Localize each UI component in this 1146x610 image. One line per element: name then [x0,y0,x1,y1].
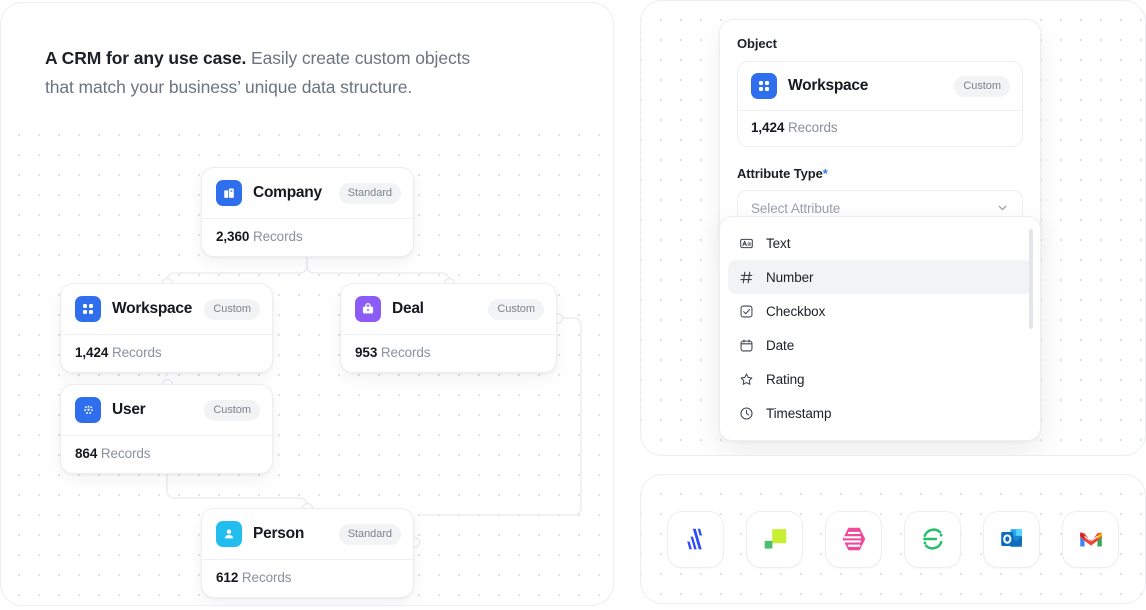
menu-item-text[interactable]: Text [728,226,1032,260]
record-count: 1,424 [751,120,785,135]
object-card-workspace[interactable]: Workspace Custom 1,424 Records [60,283,273,373]
object-card-header: User Custom [61,385,272,435]
scribe-logo [922,528,942,550]
menu-item-timestamp[interactable]: Timestamp [728,396,1032,430]
object-name: Person [253,525,305,542]
object-name: Workspace [112,300,193,317]
screenshot-root: A CRM for any use case. Easily create cu… [0,0,1146,610]
object-name: Company [253,184,322,201]
calendar-icon [738,337,754,353]
object-field-label: Object [737,36,777,51]
record-unit: Records [241,570,292,585]
menu-item-checkbox[interactable]: Checkbox [728,294,1032,328]
menu-item-label: Number [766,269,814,285]
integration-scribe-logo[interactable] [904,510,961,568]
selected-object-card[interactable]: Workspace Custom 1,424 Records [737,61,1023,147]
menu-item-label: Rating [766,371,805,387]
attribute-type-text: Attribute Type [737,166,823,181]
object-card-footer: 2,360 Records [202,218,413,256]
integration-squares-logo[interactable] [746,510,803,568]
object-badge: Custom [488,298,544,320]
object-badge: Custom [204,298,260,320]
attribute-form-panel: Object Workspace Custom 1,424 Records At… [640,0,1146,456]
record-count: 2,360 [216,229,250,244]
record-count: 953 [355,345,378,360]
selected-object-name: Workspace [788,77,869,94]
menu-item-date[interactable]: Date [728,328,1032,362]
menu-item-label: Checkbox [766,303,826,319]
grid-icon [75,296,101,322]
hash-icon [738,269,754,285]
record-count: 864 [75,446,98,461]
object-card-footer: 612 Records [202,559,413,597]
right-column: Object Workspace Custom 1,424 Records At… [640,0,1146,610]
menu-item-label: Timestamp [766,405,832,421]
object-card-deal[interactable]: Deal Custom 953 Records [340,283,557,373]
star-icon [738,371,754,387]
menu-item-rating[interactable]: Rating [728,362,1032,396]
required-asterisk: * [822,166,828,181]
menu-scrollbar[interactable] [1029,229,1033,329]
record-unit: Records [100,446,151,461]
object-badge: Custom [204,399,260,421]
hex-logo [842,527,865,551]
attribute-select-placeholder: Select Attribute [751,201,841,216]
squares-logo [764,529,786,549]
object-card-user[interactable]: User Custom 864 Records [60,384,273,474]
integration-hex-logo[interactable] [825,510,882,568]
object-card-footer: 953 Records [341,334,556,372]
integration-gmail-logo[interactable] [1062,510,1119,568]
object-card-header: Person Standard [202,509,413,559]
attribute-options-menu[interactable]: Text Number Checkbox Date Rating Timesta… [719,216,1041,441]
object-card-footer: 864 Records [61,435,272,473]
selected-object-footer: 1,424 Records [738,110,1022,146]
object-name: User [112,401,146,418]
building-icon [216,180,242,206]
checkbox-icon [738,303,754,319]
gmail-logo [1079,532,1102,547]
attribute-form-sheet: Object Workspace Custom 1,424 Records At… [719,19,1041,246]
dots-icon [75,397,101,423]
grid-icon [751,73,777,99]
record-unit: Records [787,120,838,135]
record-unit: Records [111,345,162,360]
record-count: 1,424 [75,345,109,360]
object-card-person[interactable]: Person Standard 612 Records [201,508,414,598]
crm-objects-panel: A CRM for any use case. Easily create cu… [0,2,614,606]
menu-item-label: Date [766,337,795,353]
object-card-header: Company Standard [202,168,413,218]
menu-item-label: Text [766,235,791,251]
object-card-company[interactable]: Company Standard 2,360 Records [201,167,414,257]
text-icon [738,235,754,251]
record-unit: Records [380,345,431,360]
object-name: Deal [392,300,424,317]
integration-logo-row [641,475,1145,603]
object-card-footer: 1,424 Records [61,334,272,372]
clock-icon [738,405,754,421]
record-count: 612 [216,570,239,585]
outlook-logo [1000,529,1022,547]
object-badge: Standard [338,523,401,545]
selected-object-badge: Custom [954,75,1010,97]
integration-attio-logo[interactable] [667,510,724,568]
record-unit: Records [252,229,303,244]
integrations-panel [640,474,1146,604]
attribute-type-label: Attribute Type* [737,166,1023,181]
briefcase-icon [355,296,381,322]
integration-outlook-logo[interactable] [983,510,1040,568]
menu-item-number[interactable]: Number [728,260,1032,294]
object-badge: Standard [338,182,401,204]
attio-logo [686,528,702,550]
person-icon [216,521,242,547]
selected-object-header: Workspace Custom [738,62,1022,110]
chevron-down-icon [996,201,1009,217]
object-card-header: Workspace Custom [61,284,272,334]
object-card-header: Deal Custom [341,284,556,334]
